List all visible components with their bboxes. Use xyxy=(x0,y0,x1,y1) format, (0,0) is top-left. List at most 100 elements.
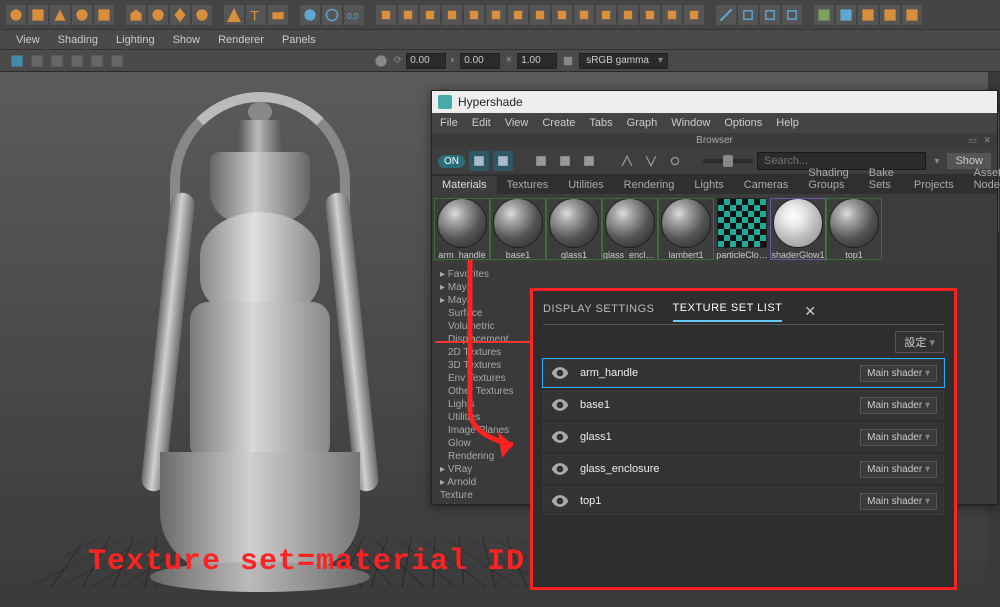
shelf-btn[interactable] xyxy=(760,5,780,25)
vp-menu-show[interactable]: Show xyxy=(173,34,201,46)
shelf-btn[interactable]: 0,0 xyxy=(344,5,364,25)
hs-tool-icon[interactable] xyxy=(531,151,551,171)
tree-node[interactable]: Image Planes xyxy=(434,424,520,437)
hs-menu-edit[interactable]: Edit xyxy=(472,117,491,129)
tree-node[interactable]: ▸ VRay xyxy=(434,463,520,476)
visibility-icon[interactable] xyxy=(550,427,570,447)
tab-projects[interactable]: Projects xyxy=(904,176,964,194)
texture-set-row[interactable]: glass_enclosureMain shader xyxy=(543,455,944,483)
tree-node[interactable]: Lights xyxy=(434,398,520,411)
shelf-btn[interactable] xyxy=(486,5,506,25)
hs-tool-icon[interactable] xyxy=(617,151,637,171)
shelf-btn[interactable] xyxy=(716,5,736,25)
gamma-field[interactable] xyxy=(460,53,500,69)
shelf-btn[interactable] xyxy=(836,5,856,25)
tab-lights[interactable]: Lights xyxy=(684,176,733,194)
tab-shading-groups[interactable]: Shading Groups xyxy=(798,164,858,194)
hs-menu-file[interactable]: File xyxy=(440,117,458,129)
shelf-btn[interactable] xyxy=(322,5,342,25)
tab-rendering[interactable]: Rendering xyxy=(614,176,685,194)
shelf-btn[interactable] xyxy=(300,5,320,25)
shelf-btn[interactable]: T xyxy=(246,5,266,25)
tree-node[interactable]: ▸ Maya xyxy=(434,281,520,294)
vp-icon[interactable] xyxy=(8,52,26,70)
shader-dropdown[interactable]: Main shader xyxy=(860,397,937,414)
vp-icon[interactable] xyxy=(68,52,86,70)
shelf-btn[interactable] xyxy=(880,5,900,25)
shelf-btn[interactable] xyxy=(640,5,660,25)
tab-asset-nodes[interactable]: Asset Nodes xyxy=(964,164,1000,194)
hs-tool-icon[interactable] xyxy=(641,151,661,171)
tab-texture-set-list[interactable]: TEXTURE SET LIST xyxy=(673,302,783,322)
settings-dropdown[interactable]: 設定 xyxy=(895,331,944,353)
shelf-btn[interactable] xyxy=(442,5,462,25)
material-swatch[interactable]: base1 xyxy=(490,198,546,260)
hs-menu-graph[interactable]: Graph xyxy=(627,117,658,129)
visibility-icon[interactable] xyxy=(550,395,570,415)
shader-dropdown[interactable]: Main shader xyxy=(860,365,937,382)
shelf-btn[interactable] xyxy=(684,5,704,25)
hs-menu-options[interactable]: Options xyxy=(724,117,762,129)
shelf-btn[interactable] xyxy=(170,5,190,25)
shelf-btn[interactable] xyxy=(50,5,70,25)
shelf-btn[interactable] xyxy=(618,5,638,25)
exposure-field[interactable] xyxy=(406,53,446,69)
hs-menu-tabs[interactable]: Tabs xyxy=(589,117,612,129)
create-tree[interactable]: ▸ Favorites▸ Maya▸ MayaSurfaceVolumetric… xyxy=(432,264,522,504)
tree-node[interactable]: Rendering xyxy=(434,450,520,463)
shelf-btn[interactable] xyxy=(662,5,682,25)
close-icon[interactable]: ✕ xyxy=(804,303,816,320)
tree-node[interactable]: 3D Textures xyxy=(434,359,520,372)
vp-icon[interactable] xyxy=(88,52,106,70)
shelf-btn[interactable] xyxy=(94,5,114,25)
tab-materials[interactable]: Materials xyxy=(432,176,497,194)
hs-tool-icon[interactable] xyxy=(579,151,599,171)
tree-node[interactable]: ▸ Maya xyxy=(434,294,520,307)
shelf-btn[interactable] xyxy=(574,5,594,25)
hs-menu-view[interactable]: View xyxy=(505,117,529,129)
material-swatch[interactable]: particleClo… xyxy=(714,198,770,260)
vp-menu-shading[interactable]: Shading xyxy=(58,34,98,46)
vp-menu-renderer[interactable]: Renderer xyxy=(218,34,264,46)
hs-tool-icon[interactable] xyxy=(469,151,489,171)
swatch-size-slider[interactable] xyxy=(703,159,753,163)
material-swatch[interactable]: glass1 xyxy=(546,198,602,260)
tree-node[interactable]: Displacement xyxy=(434,333,520,346)
vp-icon[interactable] xyxy=(108,52,126,70)
shader-dropdown[interactable]: Main shader xyxy=(860,493,937,510)
tree-node[interactable]: 2D Textures xyxy=(434,346,520,359)
tab-display-settings[interactable]: DISPLAY SETTINGS xyxy=(543,303,655,321)
vp-menu-view[interactable]: View xyxy=(16,34,40,46)
tab-bake-sets[interactable]: Bake Sets xyxy=(859,164,904,194)
color-space-combo[interactable]: sRGB gamma xyxy=(579,53,668,69)
tab-textures[interactable]: Textures xyxy=(497,176,559,194)
shelf-btn[interactable] xyxy=(858,5,878,25)
material-swatch[interactable]: shaderGlow1 xyxy=(770,198,826,260)
vp-icon[interactable] xyxy=(28,52,46,70)
tree-node[interactable]: Texture xyxy=(434,489,520,502)
tree-node[interactable]: Other Textures xyxy=(434,385,520,398)
shelf-btn[interactable] xyxy=(738,5,758,25)
tree-node[interactable]: Glow xyxy=(434,437,520,450)
vp-menu-panels[interactable]: Panels xyxy=(282,34,316,46)
hs-menu-window[interactable]: Window xyxy=(671,117,710,129)
tree-node[interactable]: Light xyxy=(434,502,520,504)
hs-menu-help[interactable]: Help xyxy=(776,117,799,129)
shelf-btn[interactable] xyxy=(782,5,802,25)
panel-controls[interactable]: ▭ ✕ xyxy=(968,135,993,146)
hs-menu-create[interactable]: Create xyxy=(542,117,575,129)
shelf-btn[interactable] xyxy=(420,5,440,25)
shelf-btn[interactable] xyxy=(596,5,616,25)
tree-node[interactable]: Volumetric xyxy=(434,320,520,333)
hs-tool-icon[interactable] xyxy=(493,151,513,171)
shelf-btn[interactable] xyxy=(6,5,26,25)
texture-set-row[interactable]: top1Main shader xyxy=(543,487,944,515)
shelf-btn[interactable] xyxy=(376,5,396,25)
texture-set-row[interactable]: base1Main shader xyxy=(543,391,944,419)
tree-node[interactable]: Utilities xyxy=(434,411,520,424)
material-swatch[interactable]: lambert1 xyxy=(658,198,714,260)
hs-tool-icon[interactable] xyxy=(555,151,575,171)
tree-node[interactable]: ▸ Favorites xyxy=(434,268,520,281)
shelf-btn[interactable] xyxy=(72,5,92,25)
shelf-btn[interactable] xyxy=(902,5,922,25)
